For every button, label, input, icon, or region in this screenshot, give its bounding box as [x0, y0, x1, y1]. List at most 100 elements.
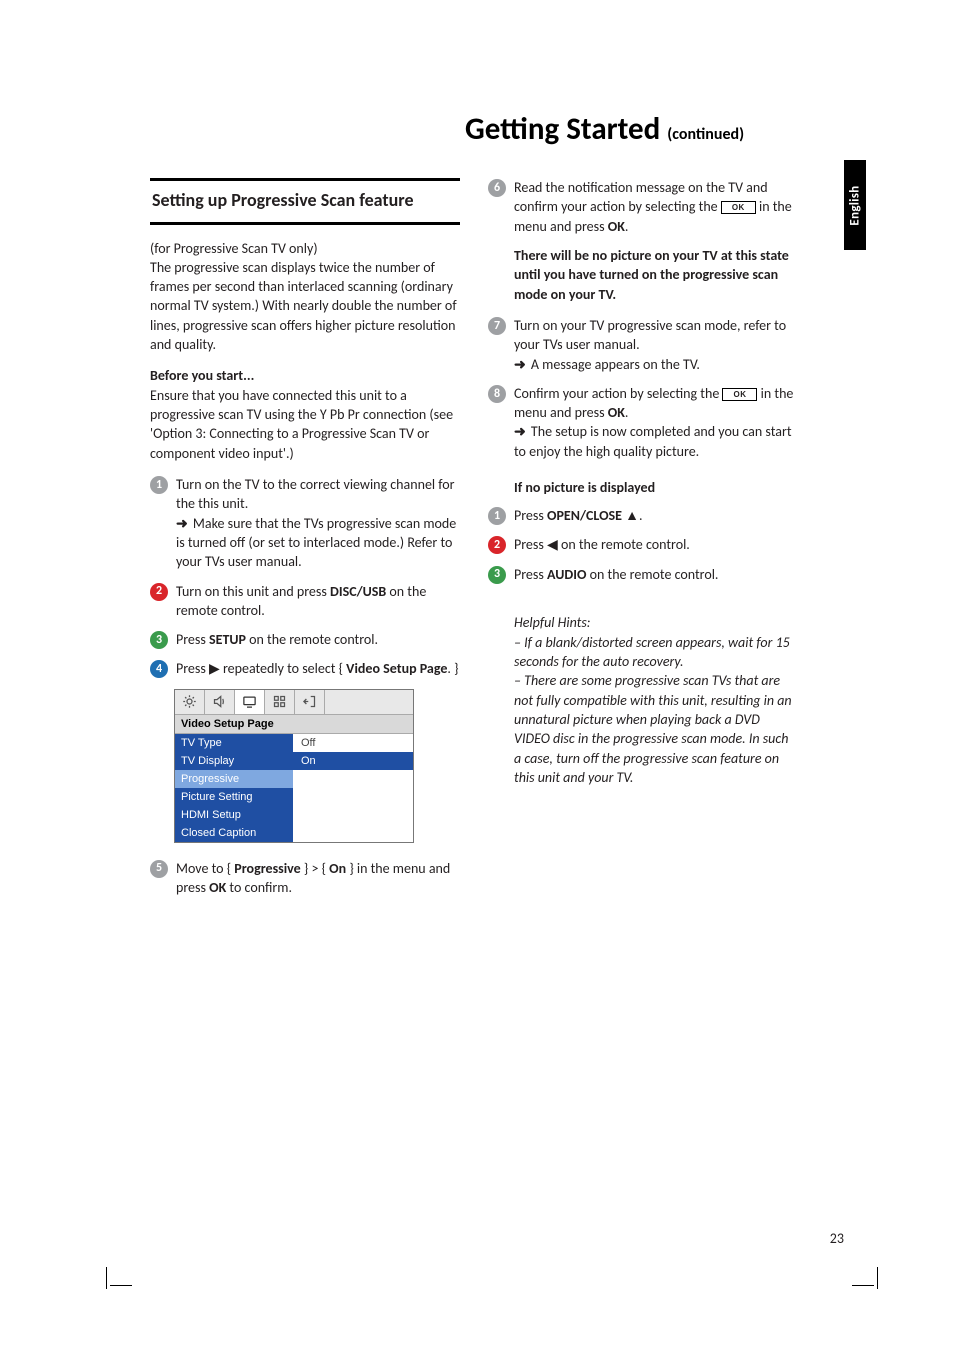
step-badge-1: 1: [150, 476, 168, 494]
step-badge-2: 2: [488, 536, 506, 554]
step6-d: .: [625, 218, 629, 235]
step-badge-5: 5: [150, 860, 168, 878]
osd-left-item: HDMI Setup: [175, 806, 293, 824]
osd-left-item-selected: Progressive: [175, 770, 293, 788]
crop-mark-icon: [90, 1267, 128, 1305]
title-main: Getting Started: [465, 110, 660, 148]
left-column: Setting up Progressive Scan feature (for…: [150, 178, 460, 907]
osd-tab-audio-icon: [205, 690, 235, 714]
osd-left-item: Picture Setting: [175, 788, 293, 806]
step8-e: The setup is now completed and you can s…: [514, 423, 792, 459]
step8-a: Confirm your action by selecting the: [514, 385, 722, 402]
recover-step-3: 3 Press AUDIO on the remote control.: [488, 565, 798, 584]
step1-result: Make sure that the TVs progressive scan …: [176, 515, 456, 571]
step5-g: to confirm.: [226, 879, 292, 896]
hints-block: Helpful Hints: – If a blank/distorted sc…: [514, 594, 798, 787]
step5-a: Move to {: [176, 860, 234, 877]
osd-tab-bar: [175, 690, 413, 715]
recover-step-1: 1 Press OPEN/CLOSE ▲.: [488, 506, 798, 525]
osd-tab-preference-icon: [265, 690, 295, 714]
ok-box-icon: OK: [721, 201, 756, 214]
step3-b: SETUP: [209, 631, 246, 648]
step2-b: DISC/USB: [330, 583, 386, 600]
ok-box-icon: OK: [722, 388, 757, 401]
result-arrow-icon: ➜: [176, 515, 188, 531]
intro-text: (for Progressive Scan TV only) The progr…: [150, 239, 460, 355]
step2-a: Turn on this unit and press: [176, 583, 330, 600]
r2-a: Press: [514, 536, 547, 553]
result-arrow-icon: ➜: [514, 356, 526, 372]
step5-d: On: [329, 860, 346, 877]
r3-a: Press: [514, 566, 547, 583]
osd-right-list: Off On: [293, 734, 413, 842]
before-heading: Before you start...: [150, 367, 254, 384]
step-4: 4 Press ▶ repeatedly to select { Video S…: [150, 659, 460, 678]
step6-c: OK: [608, 218, 625, 235]
before-body: Ensure that you have connected this unit…: [150, 387, 453, 462]
step3-c: on the remote control.: [246, 631, 378, 648]
step5-f: OK: [209, 879, 226, 896]
osd-right-item-selected: On: [293, 752, 413, 770]
step-badge-6: 6: [488, 179, 506, 197]
osd-left-item: TV Type: [175, 734, 293, 752]
result-arrow-icon: ➜: [514, 423, 526, 439]
step5-b: Progressive: [234, 860, 300, 877]
hints-body: – If a blank/distorted screen appears, w…: [514, 634, 792, 786]
osd-right-item: Off: [293, 734, 413, 752]
warning-callout: There will be no picture on your TV at t…: [514, 246, 798, 304]
r1-b: OPEN/CLOSE: [547, 507, 622, 524]
before-block: Before you start... Ensure that you have…: [150, 366, 460, 463]
step7-b: A message appears on the TV.: [531, 356, 700, 373]
step8-c: OK: [608, 404, 625, 421]
step4-a: Press: [176, 660, 209, 677]
step-7: 7 Turn on your TV progressive scan mode,…: [488, 316, 798, 374]
osd-menu: Video Setup Page TV Type TV Display Prog…: [174, 689, 414, 843]
step-badge-1: 1: [488, 507, 506, 525]
section-heading: Setting up Progressive Scan feature: [150, 178, 460, 225]
step-1: 1 Turn on the TV to the correct viewing …: [150, 475, 460, 572]
step-badge-2: 2: [150, 583, 168, 601]
step4-b: repeatedly to select {: [220, 660, 346, 677]
osd-tab-video-icon: [235, 690, 265, 714]
page-title: Getting Started (continued): [150, 110, 864, 148]
no-picture-heading: If no picture is displayed: [514, 479, 798, 496]
language-tab: English: [844, 160, 866, 250]
page-number: 23: [830, 1230, 844, 1247]
osd-left-item: TV Display: [175, 752, 293, 770]
r3-c: on the remote control.: [586, 566, 718, 583]
osd-tab-general-icon: [175, 690, 205, 714]
step-badge-7: 7: [488, 317, 506, 335]
step-5: 5 Move to { Progressive } > { On } in th…: [150, 859, 460, 898]
language-tab-label: English: [848, 185, 863, 225]
left-arrow-icon: ◀: [547, 536, 558, 553]
eject-icon: ▲: [625, 507, 639, 524]
step-badge-3: 3: [150, 631, 168, 649]
crop-mark-icon: [856, 1267, 894, 1305]
r1-d: .: [639, 507, 643, 524]
step7-a: Turn on your TV progressive scan mode, r…: [514, 317, 786, 353]
step1-text: Turn on the TV to the correct viewing ch…: [176, 476, 455, 512]
r2-b: on the remote control.: [558, 536, 690, 553]
osd-left-list: TV Type TV Display Progressive Picture S…: [175, 734, 293, 842]
osd-heading: Video Setup Page: [175, 715, 413, 734]
step-2: 2 Turn on this unit and press DISC/USB o…: [150, 582, 460, 621]
play-right-icon: ▶: [209, 660, 220, 677]
hints-heading: Helpful Hints:: [514, 614, 591, 631]
osd-tab-exit-icon: [295, 690, 325, 714]
step-8: 8 Confirm your action by selecting the O…: [488, 384, 798, 461]
step-badge-3: 3: [488, 566, 506, 584]
osd-left-item: Closed Caption: [175, 824, 293, 842]
step3-a: Press: [176, 631, 209, 648]
right-column: 6 Read the notification message on the T…: [488, 178, 798, 907]
r3-b: AUDIO: [547, 566, 586, 583]
step-3: 3 Press SETUP on the remote control.: [150, 630, 460, 649]
step-badge-8: 8: [488, 385, 506, 403]
step-6: 6 Read the notification message on the T…: [488, 178, 798, 236]
step5-c: } > {: [301, 860, 329, 877]
step8-d: .: [625, 404, 629, 421]
step4-d: . }: [447, 660, 458, 677]
r1-a: Press: [514, 507, 547, 524]
step4-c: Video Setup Page: [346, 660, 447, 677]
step-badge-4: 4: [150, 660, 168, 678]
recover-step-2: 2 Press ◀ on the remote control.: [488, 535, 798, 554]
